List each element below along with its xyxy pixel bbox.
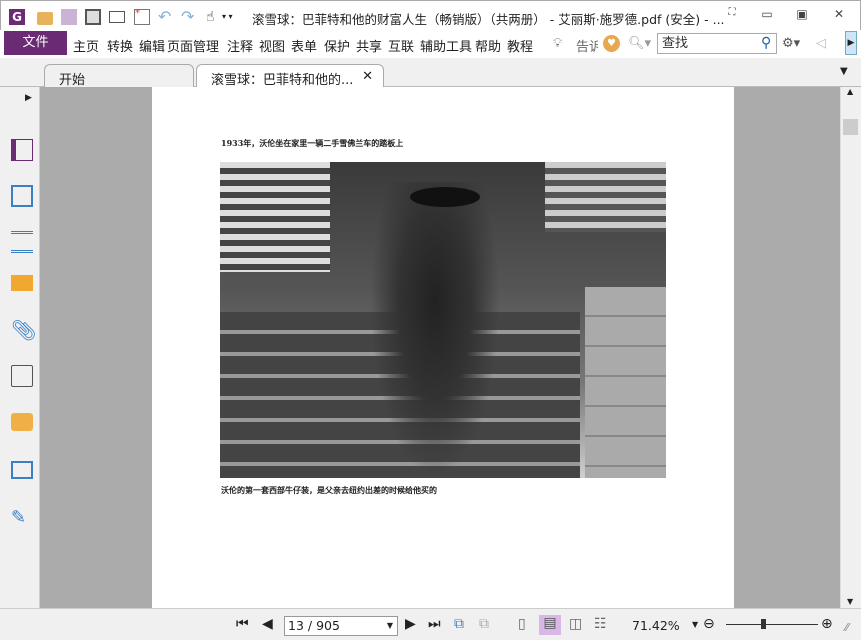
previous-view-icon[interactable]: ⧉ [454, 616, 464, 632]
last-page-icon[interactable]: ⏭ [428, 616, 441, 632]
lightbulb-icon: 💡︎ [553, 36, 563, 51]
window-title: 滚雪球：巴菲特和他的财富人生（畅销版）（共两册） - 艾丽斯·施罗德.pdf (… [252, 12, 725, 27]
menu-protect[interactable]: 保护 [324, 36, 350, 55]
scroll-down-icon[interactable]: ▼ [847, 597, 853, 606]
signature-icon[interactable] [11, 365, 33, 387]
app-logo-icon[interactable]: G [9, 9, 25, 25]
fields-icon[interactable] [11, 461, 33, 479]
attachments-icon[interactable]: 📎︎ [11, 319, 36, 341]
tell-me-input[interactable]: 告诉 [576, 36, 598, 55]
redo-icon[interactable]: ↷ [181, 9, 197, 25]
undo-icon[interactable]: ↶ [158, 9, 174, 25]
resize-grip-icon[interactable]: ⁄⁄ [845, 621, 849, 634]
open-folder-icon[interactable] [37, 12, 53, 25]
facing-pages-icon[interactable]: ◫ [569, 616, 582, 632]
settings-gear-icon[interactable]: ⚙▾ [782, 36, 800, 51]
single-page-icon[interactable]: ▯ [518, 616, 526, 632]
search-input[interactable]: 查找 [657, 33, 777, 54]
next-page-icon[interactable]: ▶ [405, 616, 416, 632]
tab-list-dropdown-icon[interactable]: ▼ [840, 66, 848, 77]
tab-start[interactable]: 开始 [44, 64, 194, 88]
zoom-out-icon[interactable]: ⊖ [703, 616, 715, 632]
zoom-slider-thumb[interactable] [760, 619, 766, 629]
layers-icon[interactable] [11, 231, 33, 253]
document-tabs: 开始 滚雪球：巴菲特和他的... ✕ ▼ [0, 58, 861, 88]
scroll-right-icon[interactable]: ▶ [845, 31, 857, 55]
title-bar: G * ↶ ↷ ☝ ▾ ▾ 滚雪球：巴菲特和他的财富人生（畅销版）（共两册） -… [0, 0, 861, 30]
save-icon[interactable] [61, 9, 77, 25]
menu-form[interactable]: 表单 [291, 36, 317, 55]
menu-home[interactable]: 主页 [73, 36, 99, 55]
security-lock-icon[interactable] [11, 413, 33, 431]
print-icon[interactable] [85, 9, 101, 25]
menu-page-management[interactable]: 页面管理 [167, 36, 219, 55]
menu-convert[interactable]: 转换 [107, 36, 133, 55]
file-menu-button[interactable]: 文件 [4, 31, 67, 55]
tab-label: 开始 [59, 73, 86, 88]
pages-icon[interactable] [11, 185, 33, 207]
photo-caption-top: 1933年，沃伦坐在家里一辆二手雪佛兰车的踏板上 [221, 138, 404, 148]
zoom-dropdown-icon[interactable]: ▼ [692, 620, 698, 629]
first-page-icon[interactable]: ⏮ [236, 616, 249, 632]
vertical-scrollbar[interactable]: ▲ ▼ [840, 87, 861, 608]
expand-panel-icon[interactable]: ▶ [25, 93, 32, 103]
scroll-thumb[interactable] [843, 119, 858, 135]
heart-icon[interactable]: ♥ [603, 35, 620, 52]
new-icon[interactable]: * [134, 9, 150, 25]
folder-search-icon[interactable]: 🔍︎▾ [628, 36, 651, 51]
previous-page-icon[interactable]: ◀ [262, 616, 273, 632]
menu-help[interactable]: 帮助 [475, 36, 501, 55]
bookmark-icon[interactable] [11, 139, 33, 161]
next-view-icon[interactable]: ⧉ [479, 616, 489, 632]
scroll-up-icon[interactable]: ▲ [847, 87, 853, 96]
fullscreen-icon[interactable]: ⛶ [722, 7, 742, 23]
zoom-slider[interactable] [726, 619, 818, 629]
ribbon-menu: 文件 主页 转换 编辑 页面管理 注释 视图 表单 保护 共享 互联 辅助工具 … [0, 30, 861, 58]
menu-connect[interactable]: 互联 [388, 36, 414, 55]
photo-caption-bottom: 沃伦的第一套西部牛仔装，是父亲去纽约出差的时候给他买的 [221, 485, 437, 495]
scroll-left-icon[interactable]: ◁ [816, 36, 826, 51]
maximize-icon[interactable]: ▣ [792, 7, 812, 23]
close-tab-icon[interactable]: ✕ [362, 69, 373, 84]
navigation-panel: ▶ 📎︎ ✎ [0, 87, 40, 608]
menu-share[interactable]: 共享 [356, 36, 382, 55]
menu-tutorial[interactable]: 教程 [507, 36, 533, 55]
zoom-level[interactable]: 71.42% [632, 618, 680, 633]
close-icon[interactable]: ✕ [829, 7, 849, 23]
email-icon[interactable] [109, 11, 125, 23]
zoom-in-icon[interactable]: ⊕ [821, 616, 833, 632]
minimize-icon[interactable]: ▭ [757, 7, 777, 23]
page-number-value: 13 / 905 [288, 618, 340, 633]
menu-view[interactable]: 视图 [259, 36, 285, 55]
page-number-input[interactable]: 13 / 905 ▼ [284, 616, 398, 636]
tab-label: 滚雪球：巴菲特和他的... [211, 73, 354, 88]
menu-accessibility[interactable]: 辅助工具 [420, 36, 472, 55]
photo-boy-cowboy [220, 162, 666, 478]
continuous-facing-icon[interactable]: ☷ [594, 616, 607, 632]
search-icon[interactable]: ⚲ [761, 35, 771, 51]
hand-tool-icon[interactable]: ☝ [206, 9, 222, 25]
menu-comment[interactable]: 注释 [227, 36, 253, 55]
tab-document[interactable]: 滚雪球：巴菲特和他的... ✕ [196, 64, 384, 88]
certificate-icon[interactable]: ✎ [11, 507, 33, 529]
continuous-page-icon[interactable]: ▤ [539, 615, 561, 635]
customize-dropdown-icon[interactable]: ▾ ▾ [222, 9, 242, 25]
comments-icon[interactable] [11, 275, 33, 291]
status-bar: ⏮ ◀ 13 / 905 ▼ ▶ ⏭ ⧉ ⧉ ▯ ▤ ◫ ☷ 71.42% ▼ ⊖… [0, 608, 861, 640]
menu-edit[interactable]: 编辑 [139, 36, 165, 55]
